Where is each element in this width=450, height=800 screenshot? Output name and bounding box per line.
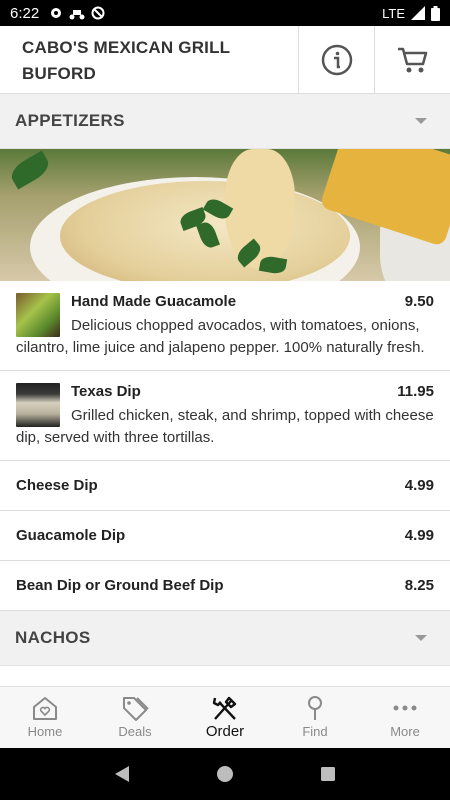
section-title: APPETIZERS xyxy=(15,111,125,130)
nav-label: Find xyxy=(302,724,328,739)
network-type: LTE xyxy=(382,5,405,21)
caret-down-icon xyxy=(415,118,427,124)
utensils-icon xyxy=(212,696,237,720)
item-description: Grilled chicken, steak, and shrimp, topp… xyxy=(16,407,434,446)
home-icon xyxy=(33,697,57,720)
item-name: Texas Dip xyxy=(71,383,141,400)
restaurant-title: CABO'S MEXICAN GRILL BUFORD xyxy=(0,26,298,93)
item-name: Cheese Dip xyxy=(16,476,98,494)
item-price: 8.25 xyxy=(404,576,434,594)
title-line-1: CABO'S MEXICAN GRILL xyxy=(22,38,231,57)
item-price: 4.99 xyxy=(404,526,434,544)
do-not-disturb-icon xyxy=(91,6,105,20)
home-circle-icon[interactable] xyxy=(216,765,234,783)
recents-icon[interactable] xyxy=(319,765,337,783)
menu-item-hand-made-guacamole[interactable]: Hand Made Guacamole 9.50 Delicious chopp… xyxy=(0,281,450,371)
item-price: 4.99 xyxy=(404,476,434,494)
cart-button[interactable] xyxy=(374,26,450,93)
nav-label: Order xyxy=(205,723,245,740)
app-header: CABO'S MEXICAN GRILL BUFORD xyxy=(0,26,450,94)
section-header-appetizers[interactable]: APPETIZERS xyxy=(0,94,450,149)
back-icon[interactable] xyxy=(113,765,131,783)
item-name: Hand Made Guacamole xyxy=(71,293,237,310)
nav-label: More xyxy=(390,724,420,739)
title-line-2: BUFORD xyxy=(22,64,96,83)
info-icon xyxy=(321,44,352,75)
nav-tab-home[interactable]: Home xyxy=(0,687,90,748)
nav-tab-find[interactable]: Find xyxy=(270,687,360,748)
nav-label: Deals xyxy=(118,724,152,739)
location-pin-icon xyxy=(308,696,322,720)
item-price: 11.95 xyxy=(397,383,434,400)
tags-icon xyxy=(123,697,149,721)
signal-icon xyxy=(411,6,425,20)
section-header-nachos[interactable]: NACHOS xyxy=(0,611,450,666)
scooter-icon xyxy=(69,10,85,20)
item-description: Delicious chopped avocados, with tomatoe… xyxy=(16,317,425,356)
item-name: Guacamole Dip xyxy=(16,526,126,544)
nav-tab-order[interactable]: Order xyxy=(180,687,270,748)
cart-icon xyxy=(397,47,427,72)
status-bar: 6:22 LTE xyxy=(0,0,450,26)
menu-item-guacamole-dip[interactable]: Guacamole Dip 4.99 xyxy=(0,511,450,561)
status-time: 6:22 xyxy=(10,4,40,22)
nav-tab-deals[interactable]: Deals xyxy=(90,687,180,748)
system-nav-bar xyxy=(0,748,450,800)
menu-item-texas-dip[interactable]: Texas Dip 11.95 Grilled chicken, steak, … xyxy=(0,371,450,461)
more-dots-icon xyxy=(393,705,417,711)
nav-label: Home xyxy=(27,724,63,739)
item-description-wrap: Delicious chopped avocados, with tomatoe… xyxy=(16,315,434,359)
item-description-wrap: Grilled chicken, steak, and shrimp, topp… xyxy=(16,405,434,449)
battery-icon xyxy=(431,5,440,21)
item-name: Bean Dip or Ground Beef Dip xyxy=(16,576,224,594)
info-button[interactable] xyxy=(298,26,374,93)
bottom-nav: Home Deals Order Find More xyxy=(0,686,450,748)
menu-item-cheese-dip[interactable]: Cheese Dip 4.99 xyxy=(0,461,450,511)
caret-down-icon xyxy=(415,635,427,641)
menu-item-bean-dip[interactable]: Bean Dip or Ground Beef Dip 8.25 xyxy=(0,561,450,611)
section-title: NACHOS xyxy=(15,628,91,647)
item-price: 9.50 xyxy=(404,293,434,310)
menu-content[interactable]: APPETIZERS Hand Made Guacamole 9.50 Deli… xyxy=(0,94,450,686)
appetizers-hero-image xyxy=(0,149,450,281)
nav-tab-more[interactable]: More xyxy=(360,687,450,748)
settings-icon xyxy=(51,8,62,18)
